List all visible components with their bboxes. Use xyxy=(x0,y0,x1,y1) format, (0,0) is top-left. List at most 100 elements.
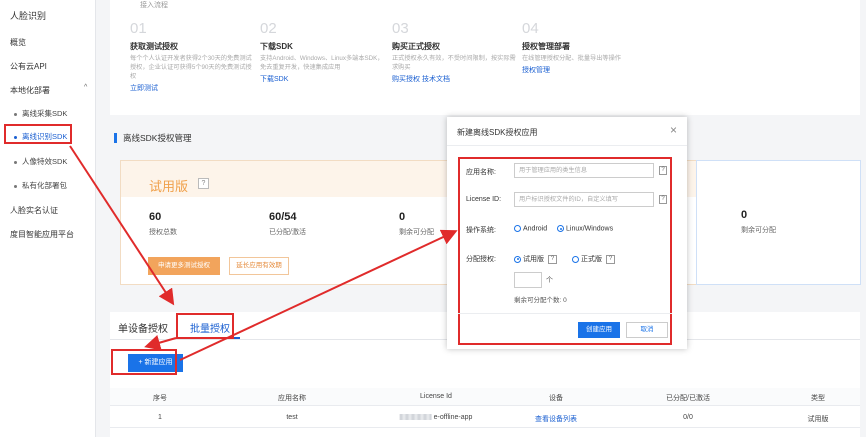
help-icon[interactable]: ? xyxy=(548,254,557,264)
bullet-icon xyxy=(14,160,17,164)
alloc-formal-radio[interactable]: 正式版? xyxy=(572,254,615,264)
step-desc: 支持Android、Windows、Linux多端本SDK，免去重复开发，快速集… xyxy=(260,55,384,71)
steps-card: 接入流程 01 获取测试授权 每个个人认证开发者获得2个30天的免费测试授权，企… xyxy=(110,0,860,115)
cell-type: 试用版 xyxy=(807,416,829,423)
help-icon[interactable]: ? xyxy=(659,166,667,175)
extend-validity-button[interactable]: 延长应用有效期 xyxy=(229,257,289,275)
step-number: 03 xyxy=(392,20,409,37)
app-name-label: 应用名称: xyxy=(466,169,496,176)
stat-label: 已分配/激活 xyxy=(269,229,306,236)
tab-batch[interactable]: 批量授权 xyxy=(190,320,230,335)
column-header: 设备 xyxy=(549,395,563,402)
step-4: 04 授权管理部署 在线管理授权分配、批量导出等操作 授权管理 xyxy=(522,20,647,75)
tab-single-device[interactable]: 单设备授权 xyxy=(118,320,168,335)
sidebar-item-public-api[interactable]: 公有云API xyxy=(10,61,47,72)
section-title: 离线SDK授权管理 xyxy=(114,133,191,143)
column-header: 序号 xyxy=(153,395,167,402)
column-header: 类型 xyxy=(811,395,825,402)
os-android-label: Android xyxy=(523,225,548,233)
cancel-button[interactable]: 取消 xyxy=(626,322,668,338)
step-link[interactable]: 下载SDK xyxy=(260,74,385,84)
create-app-modal: 新建离线SDK授权应用 × 应用名称: 用于管理应用的类生信息 ? Licens… xyxy=(447,117,687,349)
step-link[interactable]: 授权管理 xyxy=(522,65,647,75)
cell-license-text: e-offline-app xyxy=(433,414,473,421)
step-3: 03 购买正式授权 正式授权永久有效，不受时间限制，按实际需求购买 购买授权 技… xyxy=(392,20,517,84)
sidebar-subitem-label: 私有化部署包 xyxy=(22,181,67,190)
step-number: 04 xyxy=(522,20,539,37)
bullet-icon xyxy=(14,112,17,116)
sidebar-subitem-effects-sdk[interactable]: 人像特效SDK xyxy=(14,156,67,167)
remaining-count-text: 剩余可分配个数: 0 xyxy=(514,297,567,304)
step-title: 授权管理部署 xyxy=(522,42,570,51)
step-desc: 每个个人认证开发者获得2个30天的免费测试授权，企业认证可获得5个90天的免费测… xyxy=(130,55,252,80)
license-id-input[interactable]: 用户标识授权文件的ID，自定义填写 xyxy=(514,192,654,207)
cell-license: e-offline-app xyxy=(399,414,473,421)
sidebar-subitem-collect-sdk[interactable]: 离线采集SDK xyxy=(14,108,67,119)
step-title: 获取测试授权 xyxy=(130,42,178,51)
step-title: 购买正式授权 xyxy=(392,42,440,51)
modal-footer-divider xyxy=(458,313,672,314)
radio-checked-icon xyxy=(514,255,521,263)
step-title: 下载SDK xyxy=(260,42,293,51)
sidebar-subitem-recognize-sdk[interactable]: 离线识别SDK xyxy=(14,131,67,142)
step-number: 01 xyxy=(130,20,147,37)
sidebar-item-dumu-platform[interactable]: 度目智能应用平台 xyxy=(10,229,74,240)
alloc-trial-radio[interactable]: 试用版? xyxy=(514,254,557,264)
sidebar-subitem-label: 离线识别SDK xyxy=(22,132,68,141)
alloc-formal-label: 正式版 xyxy=(581,256,602,263)
os-linux-radio[interactable]: Linux/Windows xyxy=(557,225,613,232)
stat-label: 授权总数 xyxy=(149,229,177,236)
license-id-label: License ID: xyxy=(466,196,502,203)
table-header: 序号 应用名称 License Id 设备 已分配/已激活 类型 xyxy=(110,388,860,406)
bullet-icon xyxy=(14,135,17,139)
sidebar-subitem-private-pkg[interactable]: 私有化部署包 xyxy=(14,180,67,191)
sidebar-item-overview[interactable]: 概览 xyxy=(10,37,26,48)
help-icon[interactable]: ? xyxy=(659,195,667,204)
create-app-button[interactable]: 创建应用 xyxy=(578,322,620,338)
stat-total: 60 授权总数 xyxy=(149,211,177,237)
apply-trial-button[interactable]: 申请更多测试授权 xyxy=(148,257,220,275)
radio-icon xyxy=(514,225,521,232)
quantity-input[interactable] xyxy=(514,272,542,288)
redacted-text xyxy=(399,414,432,421)
step-1: 01 获取测试授权 每个个人认证开发者获得2个30天的免费测试授权，企业认证可获… xyxy=(130,20,255,93)
help-icon[interactable]: ? xyxy=(198,178,209,189)
radio-checked-icon xyxy=(557,225,564,232)
column-header: License Id xyxy=(420,393,452,400)
cell-app-name: test xyxy=(286,414,298,421)
stat-label: 剩余可分配 xyxy=(741,227,776,234)
stat-value: 60 xyxy=(149,211,162,223)
stat-value: 60/54 xyxy=(269,211,297,223)
step-link[interactable]: 立即测试 xyxy=(130,83,255,93)
trial-title: 试用版 xyxy=(149,179,189,194)
column-header: 应用名称 xyxy=(278,395,306,402)
bullet-icon xyxy=(14,184,17,188)
os-android-radio[interactable]: Android xyxy=(514,225,547,232)
os-linux-label: Linux/Windows xyxy=(566,225,614,233)
chevron-up-icon[interactable]: ^ xyxy=(84,84,87,91)
sidebar-subitem-label: 人像特效SDK xyxy=(22,157,68,166)
column-header: 已分配/已激活 xyxy=(666,395,710,402)
sidebar-item-realname-auth[interactable]: 人脸实名认证 xyxy=(10,205,58,216)
step-desc: 正式授权永久有效，不受时间限制，按实际需求购买 xyxy=(392,55,516,71)
alloc-label: 分配授权: xyxy=(466,256,496,263)
view-devices-link[interactable]: 查看设备列表 xyxy=(535,414,577,424)
sidebar-subitem-label: 离线采集SDK xyxy=(22,109,68,118)
stat-label: 剩余可分配 xyxy=(399,229,434,236)
help-icon[interactable]: ? xyxy=(606,254,615,264)
sidebar-header: 人脸识别 xyxy=(10,11,47,21)
annotation-box-modal xyxy=(458,157,672,345)
close-icon[interactable]: × xyxy=(670,123,677,137)
table-row: 1 test e-offline-app 查看设备列表 0/0 试用版 xyxy=(110,410,860,428)
modal-divider xyxy=(447,145,687,146)
stat-remaining-formal: 0 剩余可分配 xyxy=(741,209,776,235)
app-name-input[interactable]: 用于管理应用的类生信息 xyxy=(514,163,654,178)
steps-section-label: 接入流程 xyxy=(140,2,168,9)
step-link[interactable]: 购买授权 技术文档 xyxy=(392,74,517,84)
cell-assigned: 0/0 xyxy=(683,414,693,421)
stat-value: 0 xyxy=(741,209,748,221)
sidebar-item-local-deploy[interactable]: 本地化部署 xyxy=(10,85,50,96)
step-2: 02 下载SDK 支持Android、Windows、Linux多端本SDK，免… xyxy=(260,20,385,84)
formal-card: 0 剩余可分配 xyxy=(696,160,861,285)
new-app-button[interactable]: + 新建应用 xyxy=(128,354,183,372)
